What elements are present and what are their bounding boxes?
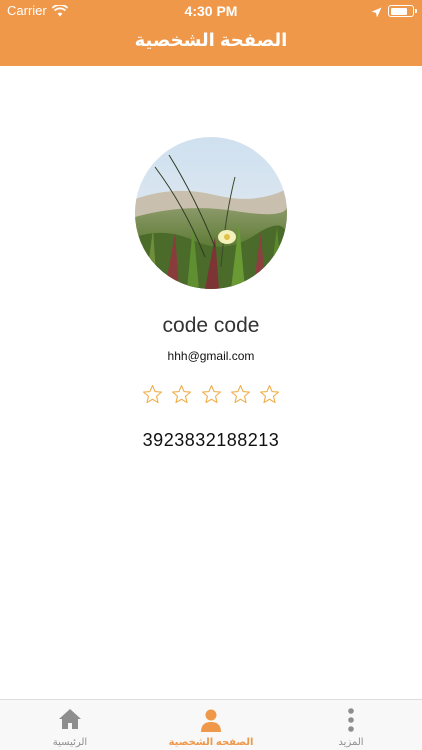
status-bar: Carrier 4:30 PM	[0, 0, 422, 22]
profile-name: code code	[162, 314, 260, 337]
rating-stars[interactable]	[0, 384, 422, 410]
star-icon[interactable]	[230, 384, 251, 405]
profile-phone: 3923832188213	[142, 430, 280, 450]
tab-home[interactable]: الرئيسية	[0, 700, 140, 750]
home-icon	[58, 708, 82, 735]
profile-screen: Carrier 4:30 PM الصفحة الشخصية code code…	[0, 0, 422, 750]
top-bar: Carrier 4:30 PM الصفحة الشخصية	[0, 0, 422, 66]
tab-more-label: المزيد	[338, 737, 364, 748]
tab-profile-label: الصفحه الشخصية	[168, 737, 254, 748]
profile-email: hhh@gmail.com	[167, 349, 255, 363]
battery-icon	[388, 5, 417, 17]
tab-more[interactable]: المزيد	[281, 700, 421, 750]
star-icon[interactable]	[171, 384, 192, 405]
more-icon	[347, 708, 355, 737]
profile-avatar	[135, 137, 287, 289]
tab-home-label: الرئيسية	[52, 737, 88, 748]
page-title: الصفحة الشخصية	[134, 30, 288, 50]
person-icon	[199, 708, 223, 737]
star-icon[interactable]	[142, 384, 163, 405]
status-time: 4:30 PM	[184, 3, 238, 19]
star-icon[interactable]	[201, 384, 222, 405]
star-icon[interactable]	[259, 384, 280, 405]
tab-profile[interactable]: الصفحه الشخصية	[141, 700, 281, 750]
tab-bar: الرئيسية الصفحه الشخصية المزيد	[0, 699, 422, 750]
location-arrow-icon	[371, 5, 382, 21]
